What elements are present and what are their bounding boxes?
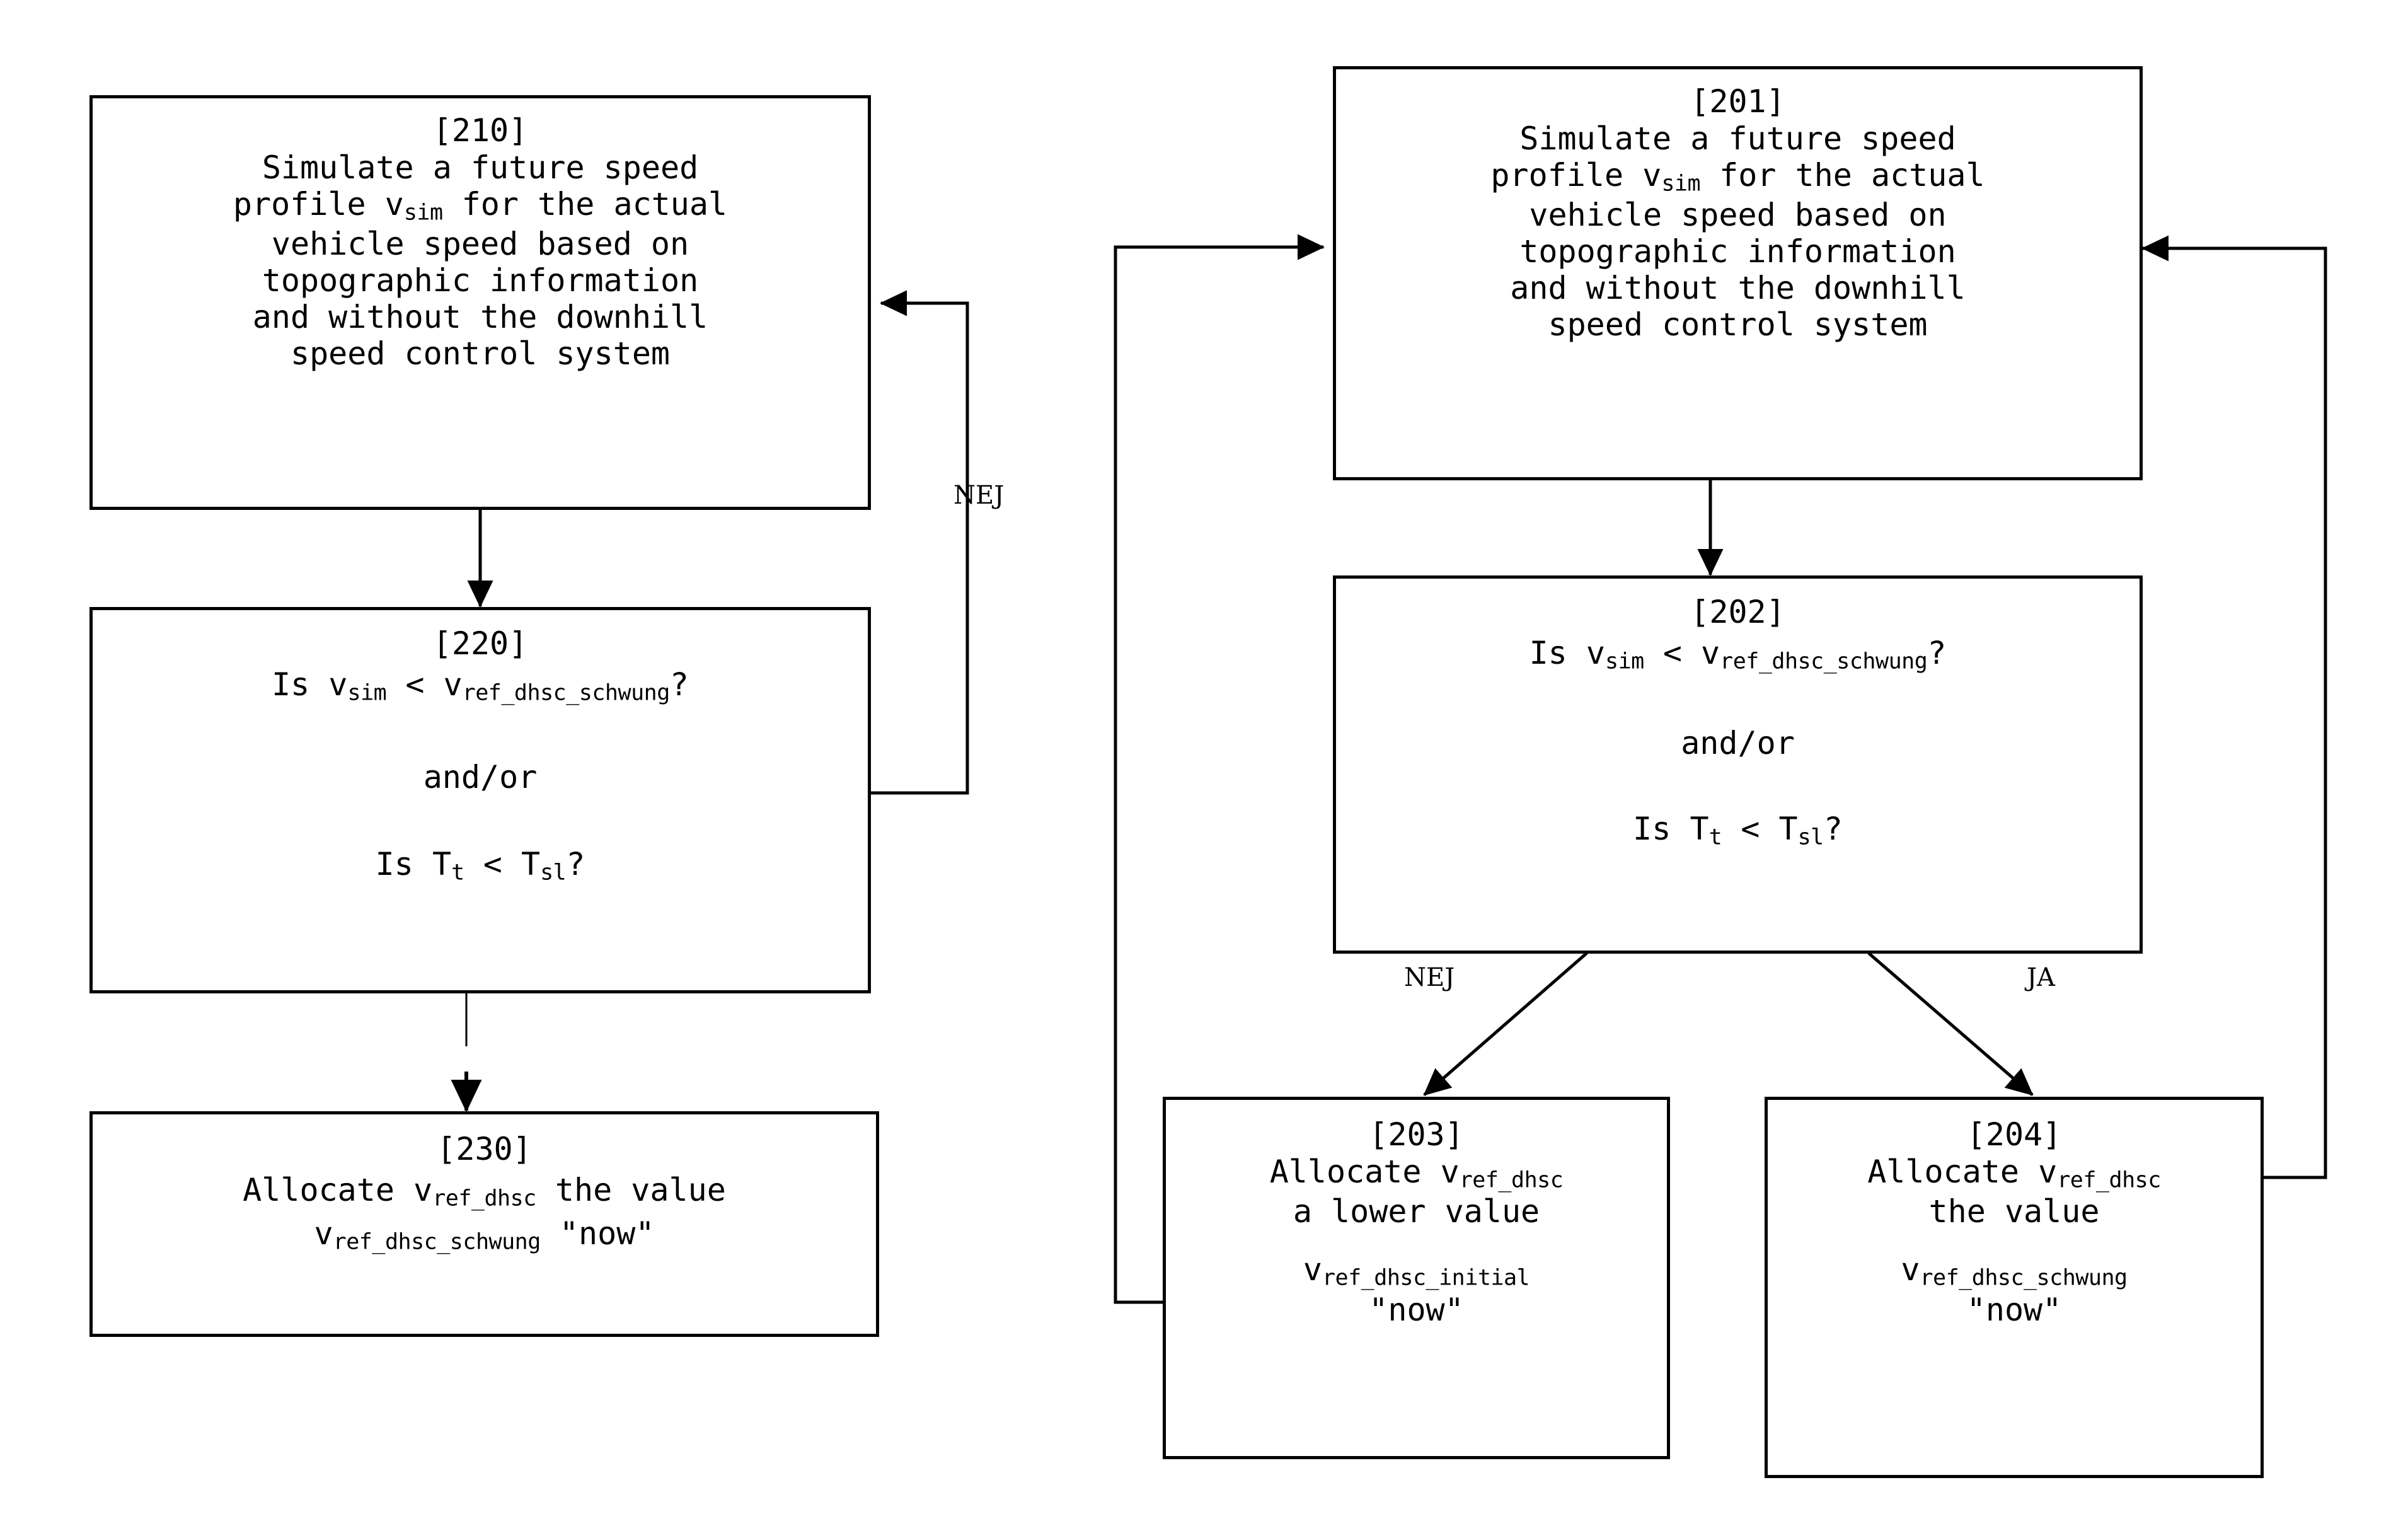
- node-202[interactable]: [202] Is vsim < vref_dhsc_schwung? and/o…: [1333, 575, 2143, 954]
- node-230[interactable]: [230] Allocate vref_dhsc the value vref_…: [89, 1111, 879, 1337]
- node-204-line-4: "now": [1966, 1291, 2062, 1328]
- node-204-id: [204]: [1966, 1116, 2062, 1153]
- edge-220-to-210-nej: [871, 290, 969, 795]
- node-202-q2-sub1: t: [1708, 824, 1722, 850]
- node-230-l1-post: the value: [536, 1172, 726, 1208]
- node-201-line-1: Simulate a future speed: [1519, 120, 1956, 157]
- node-210[interactable]: [210] Simulate a future speed profile vs…: [89, 95, 871, 510]
- node-201-line-2: profile vsim for the actual: [1490, 157, 1985, 197]
- node-220-q2-pre: Is T: [375, 846, 452, 883]
- node-210-line-2-post: for the actual: [442, 186, 728, 223]
- node-201-line-2-pre: profile v: [1490, 157, 1662, 194]
- node-202-q1-pre: Is v: [1529, 635, 1605, 671]
- node-202-q1-mid: < v: [1644, 635, 1720, 671]
- node-202-q1-sub1: sim: [1605, 649, 1644, 674]
- node-210-line-5: and without the downhill: [252, 299, 708, 336]
- node-202-q2-pre: Is T: [1633, 811, 1709, 848]
- node-201[interactable]: [201] Simulate a future speed profile vs…: [1333, 66, 2143, 480]
- node-201-line-6: speed control system: [1548, 306, 1928, 344]
- node-230-l2-post: "now": [540, 1215, 655, 1252]
- node-220-q1-mid: < v: [386, 666, 463, 703]
- node-202-q1-suffix: ?: [1927, 635, 1947, 671]
- node-203-l3-sub: ref_dhsc_initial: [1322, 1265, 1530, 1291]
- node-210-line-2-pre: profile v: [233, 186, 404, 223]
- node-203-id: [203]: [1369, 1116, 1464, 1153]
- node-202-question-2: Is Tt < Tsl?: [1633, 811, 1843, 850]
- node-202-q2-suffix: ?: [1823, 811, 1843, 848]
- node-230-line-1: Allocate vref_dhsc the value: [243, 1172, 726, 1211]
- node-204-line-3: vref_dhsc_schwung: [1901, 1251, 2128, 1291]
- node-230-l2-sub: ref_dhsc_schwung: [333, 1229, 541, 1255]
- node-202-q2-mid: < T: [1722, 811, 1798, 848]
- node-210-line-6: speed control system: [290, 335, 671, 373]
- node-204-line-2: the value: [1928, 1193, 2100, 1230]
- node-203-line-3: vref_dhsc_initial: [1303, 1251, 1530, 1291]
- node-203-l1-pre: Allocate v: [1269, 1153, 1460, 1190]
- node-203-line-4: "now": [1369, 1291, 1464, 1328]
- node-203-l3-pre: v: [1303, 1251, 1322, 1288]
- node-220-q1-sub1: sim: [347, 680, 387, 706]
- node-201-line-4: topographic information: [1519, 233, 1956, 270]
- node-220-q2-suffix: ?: [566, 846, 585, 883]
- node-230-l1-sub: ref_dhsc: [432, 1186, 536, 1211]
- node-204-l3-pre: v: [1901, 1251, 1920, 1288]
- node-202-q2-sub2: sl: [1797, 824, 1824, 850]
- edge-label-left-nej: NEJ: [953, 481, 1005, 510]
- node-201-id: [201]: [1690, 83, 1785, 120]
- node-230-line-2: vref_dhsc_schwung "now": [314, 1215, 655, 1255]
- node-210-line-4: topographic information: [262, 262, 699, 299]
- node-220-connector: and/or: [423, 759, 538, 796]
- node-220[interactable]: [220] Is vsim < vref_dhsc_schwung? and/o…: [89, 607, 871, 993]
- node-203[interactable]: [203] Allocate vref_dhsc a lower value v…: [1163, 1097, 1670, 1459]
- node-201-sub-sim: sim: [1661, 171, 1701, 197]
- node-210-line-2: profile vsim for the actual: [233, 186, 727, 226]
- node-220-question-1: Is vsim < vref_dhsc_schwung?: [272, 666, 689, 706]
- node-201-line-2-post: for the actual: [1700, 157, 1985, 194]
- node-202-connector: and/or: [1681, 725, 1795, 762]
- node-204-l1-pre: Allocate v: [1867, 1153, 2058, 1190]
- node-220-q2-mid: < T: [464, 846, 541, 883]
- edge-202-to-204-ja: [1867, 952, 2034, 1096]
- node-204[interactable]: [204] Allocate vref_dhsc the value vref_…: [1765, 1097, 2264, 1478]
- edge-label-right-nej: NEJ: [1404, 963, 1455, 992]
- node-230-l2-pre: v: [314, 1215, 333, 1252]
- node-203-line-2: a lower value: [1293, 1193, 1540, 1230]
- node-202-q1-sub2: ref_dhsc_schwung: [1720, 649, 1928, 674]
- flowchart-canvas: [210] Simulate a future speed profile vs…: [0, 0, 2408, 1526]
- node-220-q2-sub2: sl: [540, 860, 567, 886]
- node-204-line-1: Allocate vref_dhsc: [1867, 1153, 2161, 1193]
- node-201-line-3: vehicle speed based on: [1529, 197, 1947, 234]
- node-210-id: [210]: [432, 112, 528, 149]
- node-210-line-3: vehicle speed based on: [271, 226, 689, 263]
- node-210-sub-sim: sim: [403, 200, 443, 226]
- node-230-l1-pre: Allocate v: [243, 1172, 433, 1208]
- node-220-question-2: Is Tt < Tsl?: [376, 846, 585, 886]
- node-204-l1-sub: ref_dhsc: [2057, 1167, 2161, 1193]
- node-201-line-5: and without the downhill: [1510, 270, 1966, 307]
- node-220-id: [220]: [432, 625, 528, 662]
- node-220-q2-sub1: t: [451, 860, 464, 886]
- edge-204-to-201: [2141, 235, 2327, 1179]
- node-203-line-1: Allocate vref_dhsc: [1270, 1153, 1564, 1193]
- node-204-l3-sub: ref_dhsc_schwung: [1920, 1265, 2128, 1291]
- node-230-id: [230]: [437, 1131, 532, 1167]
- node-220-q1-pre: Is v: [272, 666, 348, 703]
- node-210-line-1: Simulate a future speed: [262, 149, 699, 186]
- edge-label-right-ja: JA: [2027, 963, 2055, 992]
- node-220-q1-suffix: ?: [669, 666, 689, 703]
- node-220-q1-sub2: ref_dhsc_schwung: [462, 680, 671, 706]
- node-202-question-1: Is vsim < vref_dhsc_schwung?: [1529, 635, 1947, 674]
- node-202-id: [202]: [1690, 594, 1785, 630]
- node-203-l1-sub: ref_dhsc: [1459, 1167, 1564, 1193]
